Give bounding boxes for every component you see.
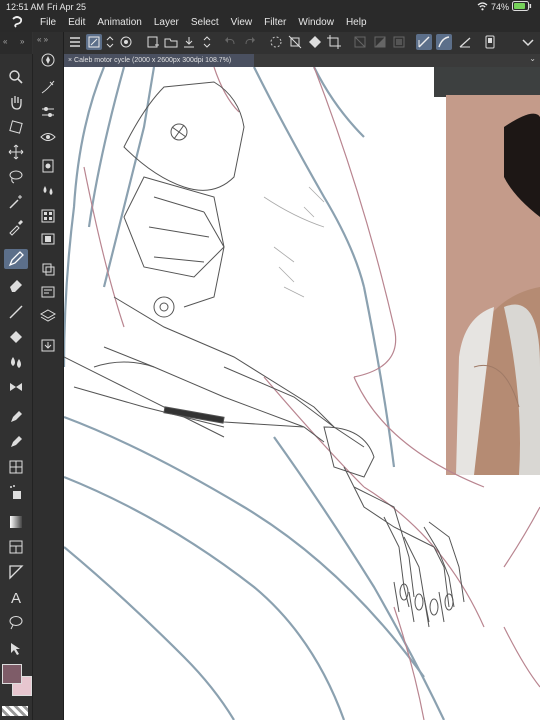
rotate-icon[interactable] [7,118,25,136]
drawing-canvas[interactable] [64,67,540,720]
app-logo-icon[interactable] [10,15,24,32]
grid-panel-icon[interactable] [40,208,56,224]
gradient-icon[interactable] [7,513,25,531]
edit-mode-icon[interactable] [86,34,102,50]
menu-window[interactable]: Window [298,17,334,28]
tool-panel-header: « » [0,32,32,54]
lasso-select-icon[interactable] [7,168,25,186]
navigator-icon[interactable] [40,52,56,68]
selection-box-icon[interactable] [391,34,407,50]
main-color-swatch[interactable] [2,664,22,684]
invert-selection-icon[interactable] [372,34,388,50]
import-icon[interactable] [40,337,56,353]
new-file-icon[interactable] [145,34,161,50]
clock: 12:51 AM [6,2,45,12]
save-icon[interactable] [181,34,197,50]
layers-icon[interactable] [39,308,57,324]
clear-icon[interactable] [287,34,303,50]
ribbon-icon[interactable] [7,378,25,396]
sketch-artwork [64,67,540,720]
document-title: Caleb motor cycle (2000 x 2600px 300dpi … [74,57,232,64]
water-drop-icon[interactable] [7,353,25,371]
open-folder-icon[interactable] [163,34,179,50]
collapse-icon[interactable]: « » [37,35,48,44]
filmstrip-icon[interactable] [40,231,56,247]
command-bar [0,32,540,55]
line-icon[interactable] [7,303,25,321]
status-bar: 12:51 AM Fri Apr 25 74% [0,0,540,14]
book-icon[interactable] [40,158,56,174]
sub-tool-panel: « » [33,32,64,720]
collapse-right-icon[interactable]: » [20,37,24,46]
eye-icon[interactable] [40,129,56,145]
mesh-icon[interactable] [7,458,25,476]
eyedropper-icon[interactable] [7,218,25,236]
object-select-icon[interactable] [7,640,25,658]
magic-wand-icon[interactable] [7,193,25,211]
balloon-icon[interactable] [7,613,25,631]
chevron-down-icon[interactable]: ⌄ [529,54,536,63]
device-icon[interactable] [482,34,498,50]
loading-icon[interactable] [268,34,284,50]
undo-icon[interactable] [222,34,238,50]
sliders-icon[interactable] [40,104,56,120]
chevron-updown-icon[interactable] [102,34,118,50]
date: Fri Apr 25 [47,2,87,12]
menu-filter[interactable]: Filter [264,17,286,28]
hamburger-menu-icon[interactable] [67,34,83,50]
camera-icon[interactable] [118,34,134,50]
special-ruler-icon[interactable] [457,34,473,50]
menu-bar: File Edit Animation Layer Select View Fi… [0,14,540,32]
menu-file[interactable]: File [40,17,56,28]
menu-layer[interactable]: Layer [154,17,179,28]
menu-help[interactable]: Help [346,17,367,28]
pen-icon[interactable] [4,249,28,269]
pen-pressure-icon[interactable] [40,79,56,95]
crop-icon[interactable] [326,34,342,50]
curve-snap-icon[interactable] [436,34,452,50]
chevron-down-icon[interactable] [520,34,536,50]
frame-icon[interactable] [7,538,25,556]
transparent-color-swatch[interactable] [2,706,28,716]
move-icon[interactable] [7,143,25,161]
menu-animation[interactable]: Animation [97,17,141,28]
battery-icon [512,1,532,13]
fill-icon[interactable] [307,34,323,50]
ruler-snap-icon[interactable] [416,34,432,50]
document-tab[interactable]: × Caleb motor cycle (2000 x 2600px 300dp… [64,54,254,67]
wifi-icon [477,1,488,13]
collapse-left-icon[interactable]: « [3,37,7,46]
spray-icon[interactable] [7,483,25,501]
drops-icon[interactable] [40,183,56,199]
layer-props-icon[interactable] [40,284,56,300]
tool-panel: A [0,54,33,720]
fountain-pen-icon[interactable] [7,408,25,426]
ruler-icon[interactable] [7,563,25,581]
menu-select[interactable]: Select [191,17,219,28]
color-swatches [2,664,32,704]
redo-icon[interactable] [242,34,258,50]
brush-icon[interactable] [7,433,25,451]
menu-edit[interactable]: Edit [68,17,85,28]
battery-percent: 74% [490,2,509,12]
menu-view[interactable]: View [231,17,253,28]
layers-3d-icon[interactable] [40,261,56,277]
chevron-updown-icon[interactable] [199,34,215,50]
eraser-icon[interactable] [7,276,25,294]
fill-bucket-icon[interactable] [7,328,25,346]
zoom-icon[interactable] [7,68,25,86]
hand-icon[interactable] [7,93,25,111]
deselect-icon[interactable] [352,34,368,50]
svg-text:A: A [11,590,21,606]
text-icon[interactable]: A [7,588,25,607]
